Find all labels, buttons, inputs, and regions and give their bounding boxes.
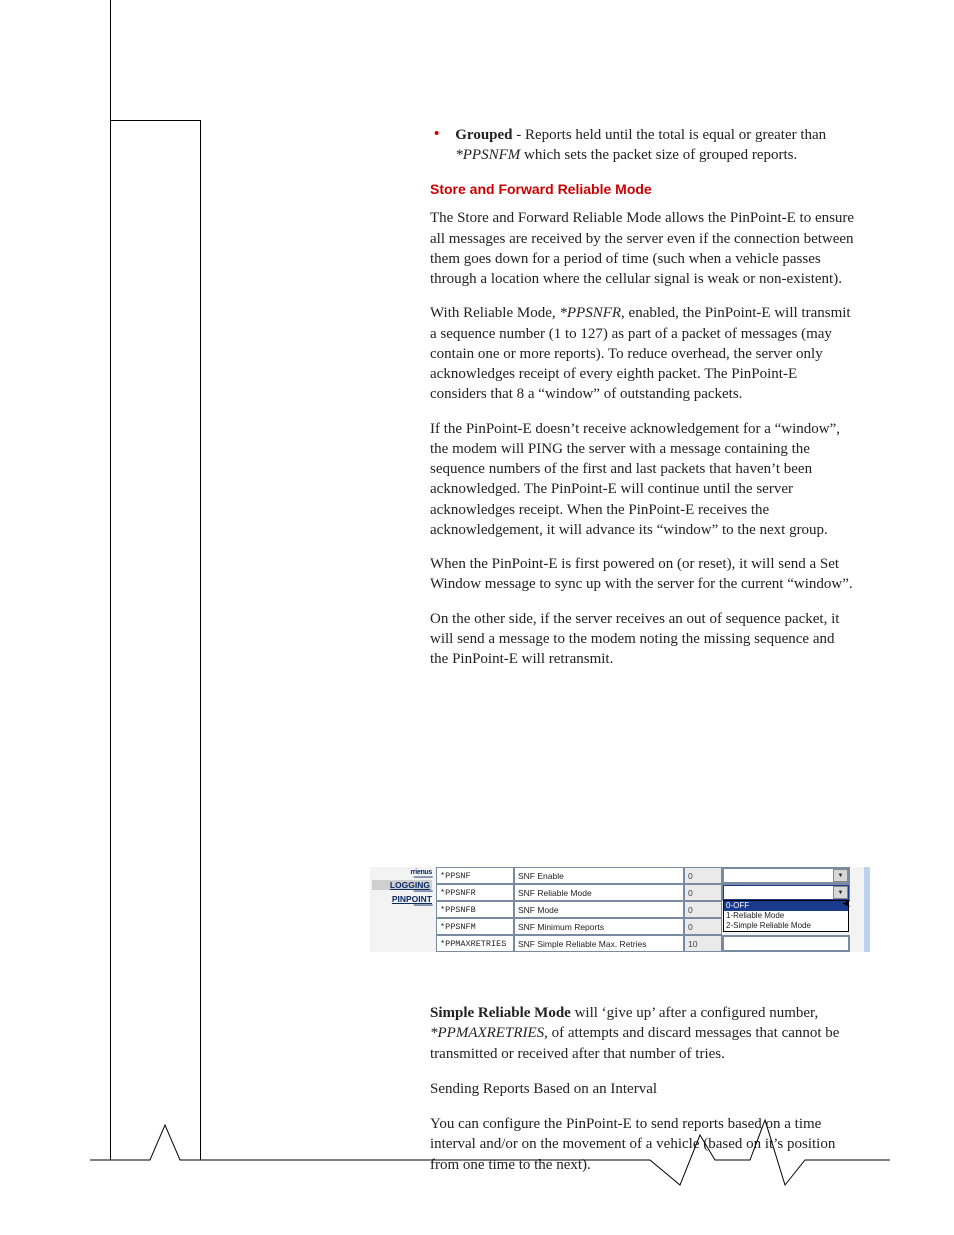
table-row: *PPMAXRETRIES SNF Simple Reliable Max. R… (436, 935, 864, 952)
cell-label: SNF Reliable Mode (514, 884, 684, 901)
cell-label: SNF Mode (514, 901, 684, 918)
cell-code: *PPSNFB (436, 901, 514, 918)
margin-rule-outer (110, 0, 111, 1160)
select-input[interactable]: ▼ (723, 868, 849, 883)
cell-value: 0 (684, 918, 722, 935)
inline-code: *PPSNFR (559, 305, 621, 321)
cursor-icon: ➤ (842, 897, 851, 910)
cell-label: SNF Simple Reliable Max. Retries (514, 935, 684, 952)
dropdown-option[interactable]: 1-Reliable Mode (724, 911, 848, 921)
subheading-store-forward: Store and Forward Reliable Mode (430, 180, 855, 199)
chevron-down-icon[interactable]: ▼ (833, 869, 848, 882)
paragraph: If the PinPoint-E doesn’t receive acknow… (430, 419, 855, 541)
dropdown-menu: 0-OFF 1-Reliable Mode 2-Simple Reliable … (723, 900, 849, 932)
dropdown-option[interactable]: 0-OFF (724, 901, 848, 911)
cell-value: 0 (684, 884, 722, 901)
table-row: *PPSNF SNF Enable 0 ▼ (436, 867, 864, 884)
config-nav: rrienus -------------- LOGGING ---------… (370, 867, 436, 952)
bullet-item: • Grouped - Reports held until the total… (430, 125, 855, 166)
text-input[interactable] (723, 936, 849, 951)
cell-control (722, 935, 850, 952)
table-row: *PPSNFR SNF Reliable Mode 0 ▼ ➤ 0-OFF 1-… (436, 884, 864, 901)
cell-label: SNF Enable (514, 867, 684, 884)
footer-wave-decoration (90, 1110, 890, 1190)
margin-rule-inner (200, 120, 201, 1160)
nav-divider: -------------- (372, 904, 432, 908)
config-screenshot: rrienus -------------- LOGGING ---------… (370, 867, 870, 952)
margin-rule-top (110, 120, 200, 121)
cell-value: 0 (684, 901, 722, 918)
cell-code: *PPSNF (436, 867, 514, 884)
cell-code: *PPSNFM (436, 918, 514, 935)
wave-icon (90, 1110, 890, 1190)
cell-value: 10 (684, 935, 722, 952)
cell-code: *PPMAXRETRIES (436, 935, 514, 952)
run-lead: Simple Reliable Mode (430, 1005, 571, 1021)
paragraph: When the PinPoint-E is first powered on … (430, 554, 855, 595)
paragraph: Simple Reliable Mode will ‘give up’ afte… (430, 1003, 855, 1064)
cell-value: 0 (684, 867, 722, 884)
page-root: • Grouped - Reports held until the total… (0, 0, 954, 1235)
select-input[interactable]: ▼ (723, 885, 849, 900)
paragraph: With Reliable Mode, *PPSNFR, enabled, th… (430, 303, 855, 404)
paragraph: On the other side, if the server receive… (430, 609, 855, 670)
paragraph: The Store and Forward Reliable Mode allo… (430, 208, 855, 289)
bullet-dot-icon: • (430, 125, 455, 166)
inline-code: *PPMAXRETRIES (430, 1025, 544, 1041)
config-panel: rrienus -------------- LOGGING ---------… (370, 867, 870, 952)
body-text-upper: • Grouped - Reports held until the total… (430, 125, 855, 683)
config-grid: *PPSNF SNF Enable 0 ▼ *PPSNFR SNF Reliab… (436, 867, 864, 952)
cell-label: SNF Minimum Reports (514, 918, 684, 935)
bullet-lead: Grouped (455, 127, 512, 143)
cell-control: ▼ ➤ 0-OFF 1-Reliable Mode 2-Simple Relia… (722, 884, 850, 901)
cell-code: *PPSNFR (436, 884, 514, 901)
cell-control: ▼ (722, 867, 850, 884)
bullet-code: *PPSNFM (455, 147, 520, 163)
subheading-interval: Sending Reports Based on an Interval (430, 1079, 855, 1099)
dropdown-option[interactable]: 2-Simple Reliable Mode (724, 921, 848, 931)
bullet-text: Grouped - Reports held until the total i… (455, 125, 855, 166)
